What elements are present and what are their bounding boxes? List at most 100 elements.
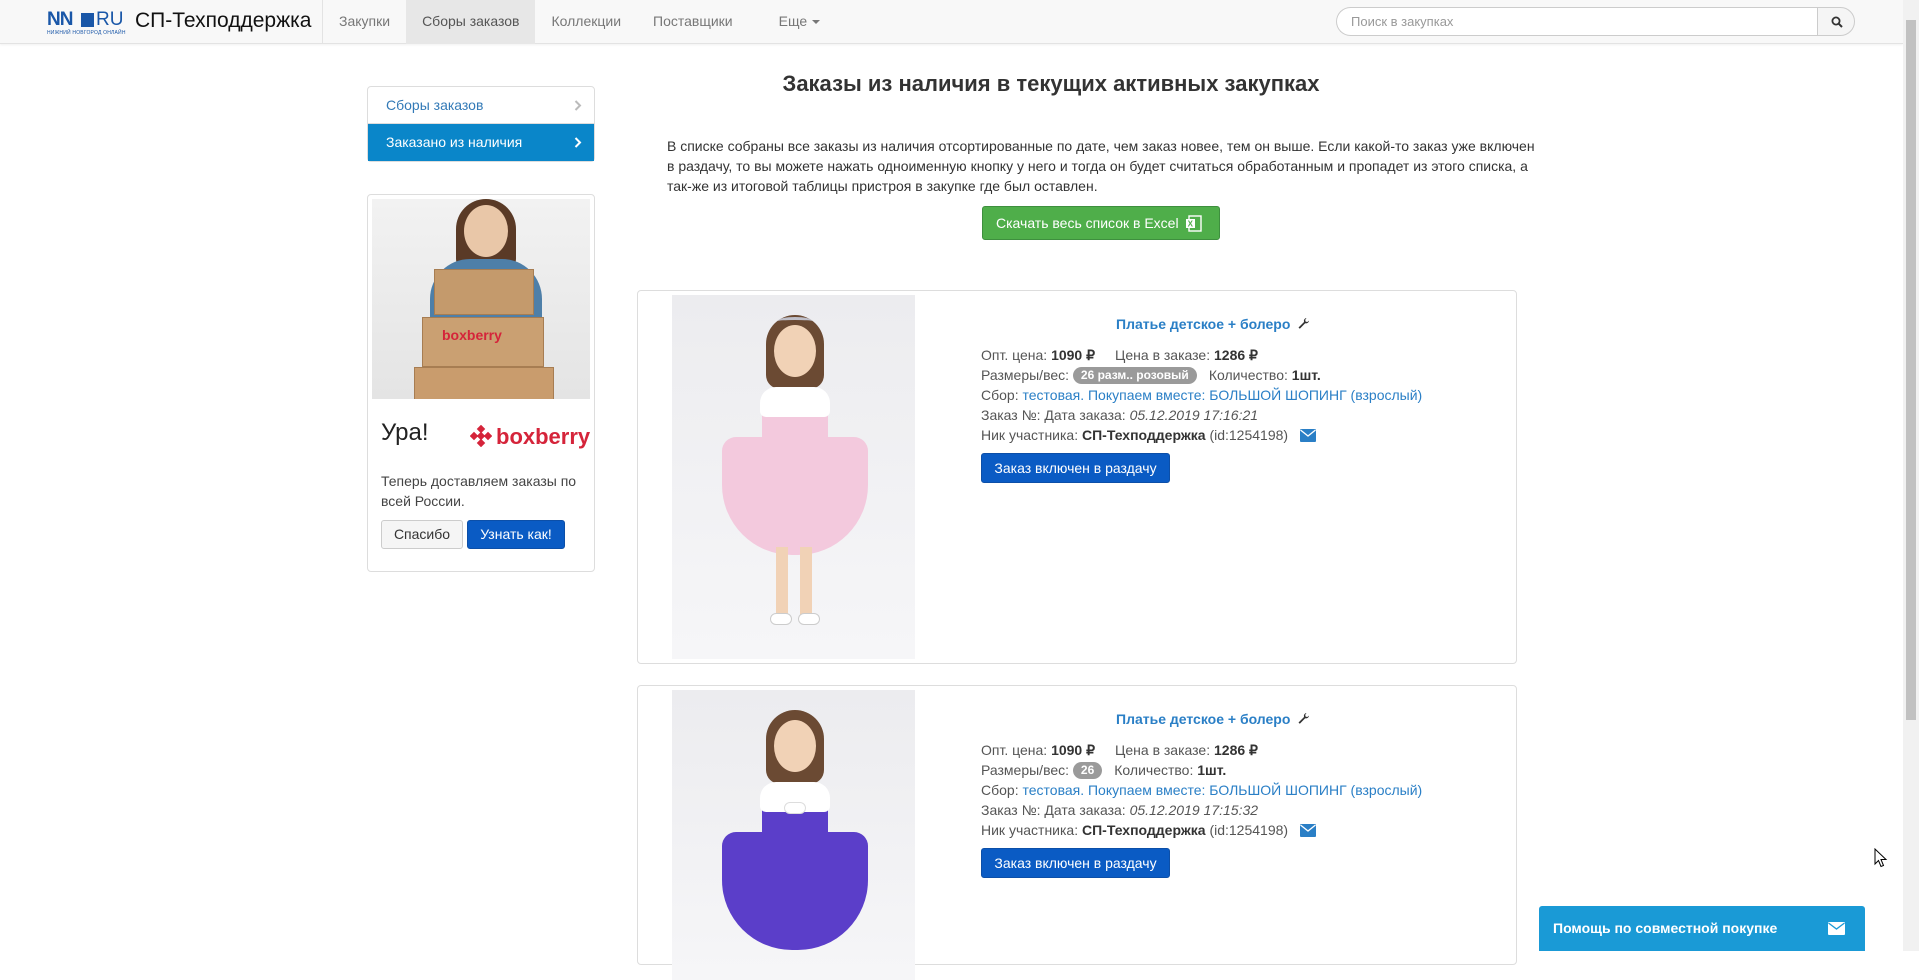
collection-link[interactable]: тестовая. Покупаем вместе: БОЛЬШОЙ ШОПИН…	[1022, 782, 1422, 798]
girl-leg	[776, 547, 788, 617]
wrench-icon[interactable]	[1297, 317, 1310, 330]
nav-item-kollekcii[interactable]: Коллекции	[535, 0, 637, 44]
quantity-label: Количество:	[1114, 762, 1194, 778]
collection-link[interactable]: тестовая. Покупаем вместе: БОЛЬШОЙ ШОПИН…	[1022, 387, 1422, 403]
main-nav: Закупки Сборы заказов Коллекции Поставщи…	[323, 0, 836, 44]
help-widget-label: Помощь по совместной покупке	[1553, 920, 1778, 936]
girl-shoe	[798, 613, 820, 625]
promo-box-logo: boxberry	[442, 327, 502, 343]
page-title: Заказы из наличия в текущих активных зак…	[782, 71, 1320, 96]
brand-title[interactable]: СП-Техподдержка	[135, 9, 311, 33]
order-date-value: 05.12.2019 17:16:21	[1129, 407, 1259, 423]
size-badge: 26	[1072, 762, 1103, 779]
order-price-label: Цена в заказе:	[1115, 742, 1211, 758]
sidebar-menu: Сборы заказов Заказано из наличия	[367, 86, 595, 162]
sidebar-item-label: Заказано из наличия	[386, 134, 523, 150]
promo-woman-face	[464, 205, 508, 257]
order-date-row: Заказ №: Дата заказа: 05.12.2019 17:15:3…	[981, 801, 1258, 819]
nav-item-sbory[interactable]: Сборы заказов	[406, 0, 536, 44]
sidebar-item-label: Сборы заказов	[386, 97, 484, 113]
mouse-cursor-icon	[1874, 848, 1888, 868]
envelope-icon	[1828, 922, 1845, 935]
sidebar-item-sbory[interactable]: Сборы заказов	[368, 87, 594, 124]
chevron-right-icon	[574, 137, 582, 148]
nick-row: Ник участника: СП-Техподдержка (id:12541…	[981, 426, 1317, 444]
envelope-icon[interactable]	[1300, 824, 1317, 837]
promo-brand-logo: boxberry	[470, 424, 590, 450]
product-title: Платье детское + болеро	[1116, 316, 1291, 332]
sidebar-item-nalichie[interactable]: Заказано из наличия	[368, 124, 594, 161]
product-title: Платье детское + болеро	[1116, 711, 1291, 727]
search-input[interactable]	[1336, 7, 1817, 36]
opt-price-value: 1090 ₽	[1051, 347, 1096, 363]
opt-price-label: Опт. цена:	[981, 742, 1048, 758]
quantity-value: 1шт.	[1291, 367, 1321, 383]
size-label: Размеры/вес:	[981, 762, 1070, 778]
mark-distributed-button[interactable]: Заказ включен в раздачу	[981, 848, 1170, 878]
promo-box	[414, 367, 554, 399]
scrollbar-thumb[interactable]	[1906, 20, 1916, 720]
search-box	[1336, 7, 1855, 36]
promo-title: Ура!	[381, 419, 429, 446]
search-icon	[1831, 16, 1843, 28]
thanks-button[interactable]: Спасибо	[381, 520, 463, 549]
nav-item-zakupki[interactable]: Закупки	[323, 0, 406, 44]
caret-down-icon	[812, 20, 821, 25]
nick-value[interactable]: СП-Техподдержка	[1082, 427, 1206, 443]
quantity-label: Количество:	[1208, 367, 1288, 383]
nav-item-more[interactable]: Еще	[749, 0, 837, 44]
wrench-icon[interactable]	[1297, 712, 1310, 725]
boxberry-promo: boxberry Ура! boxberry Теперь доставляем…	[367, 194, 595, 572]
promo-brand-text: boxberry	[496, 424, 591, 449]
user-id: (id:1254198)	[1209, 822, 1289, 838]
page-scrollbar[interactable]	[1903, 0, 1919, 951]
boxberry-logo-icon	[470, 425, 492, 447]
girl-shoe	[770, 613, 792, 625]
nick-label: Ник участника:	[981, 822, 1079, 838]
order-date-value: 05.12.2019 17:15:32	[1129, 802, 1259, 818]
order-price-value: 1286 ₽	[1214, 347, 1258, 363]
nick-label: Ник участника:	[981, 427, 1079, 443]
collection-row: Сбор: тестовая. Покупаем вместе: БОЛЬШОЙ…	[981, 386, 1422, 404]
help-chat-widget[interactable]: Помощь по совместной покупке	[1539, 906, 1865, 951]
product-title-link[interactable]: Платье детское + болеро	[1116, 316, 1310, 332]
site-logo[interactable]: NN RU НИЖНИЙ НОВГОРОД ОНЛАЙН	[47, 9, 126, 37]
price-row: Опт. цена: 1090 ₽ Цена в заказе: 1286 ₽	[981, 346, 1258, 364]
nav-more-label: Еще	[778, 13, 808, 29]
promo-image[interactable]: boxberry	[372, 199, 590, 399]
order-price-label: Цена в заказе:	[1115, 347, 1211, 363]
girl-face	[774, 720, 816, 772]
svg-text:X: X	[1188, 220, 1194, 229]
collection-row: Сбор: тестовая. Покупаем вместе: БОЛЬШОЙ…	[981, 781, 1422, 799]
order-no-label: Заказ №:	[981, 802, 1041, 818]
product-photo[interactable]	[672, 295, 915, 659]
girl-leg	[800, 547, 812, 617]
quantity-value: 1шт.	[1197, 762, 1227, 778]
order-date-row: Заказ №: Дата заказа: 05.12.2019 17:16:2…	[981, 406, 1258, 424]
promo-box	[434, 269, 534, 315]
intro-text: В списке собраны все заказы из наличия о…	[667, 138, 1535, 194]
order-price-value: 1286 ₽	[1214, 742, 1258, 758]
product-photo[interactable]	[672, 690, 915, 980]
mark-distributed-button[interactable]: Заказ включен в раздачу	[981, 453, 1170, 483]
chevron-right-icon	[574, 100, 582, 111]
collection-label: Сбор:	[981, 387, 1019, 403]
nav-item-postavshiki[interactable]: Поставщики	[637, 0, 749, 44]
dress-bow	[784, 802, 806, 814]
learn-how-button[interactable]: Узнать как!	[467, 520, 565, 549]
product-title-link[interactable]: Платье детское + болеро	[1116, 711, 1310, 727]
user-id: (id:1254198)	[1209, 427, 1289, 443]
nick-value[interactable]: СП-Техподдержка	[1082, 822, 1206, 838]
promo-text: Теперь доставляем заказы по всей России.	[381, 473, 577, 509]
size-badge: 26 разм.. розовый	[1072, 367, 1197, 384]
size-row: Размеры/вес: 26 Количество: 1шт.	[981, 761, 1226, 779]
collection-label: Сбор:	[981, 782, 1019, 798]
logo-subtitle: НИЖНИЙ НОВГОРОД ОНЛАЙН	[47, 30, 126, 36]
download-excel-button[interactable]: Скачать весь список в Excel X	[982, 206, 1220, 240]
opt-price-label: Опт. цена:	[981, 347, 1048, 363]
logo-ru: RU	[96, 9, 124, 30]
dress-bolero	[760, 387, 830, 417]
order-date-label: Дата заказа:	[1044, 407, 1126, 423]
search-button[interactable]	[1817, 7, 1855, 36]
envelope-icon[interactable]	[1300, 429, 1317, 442]
